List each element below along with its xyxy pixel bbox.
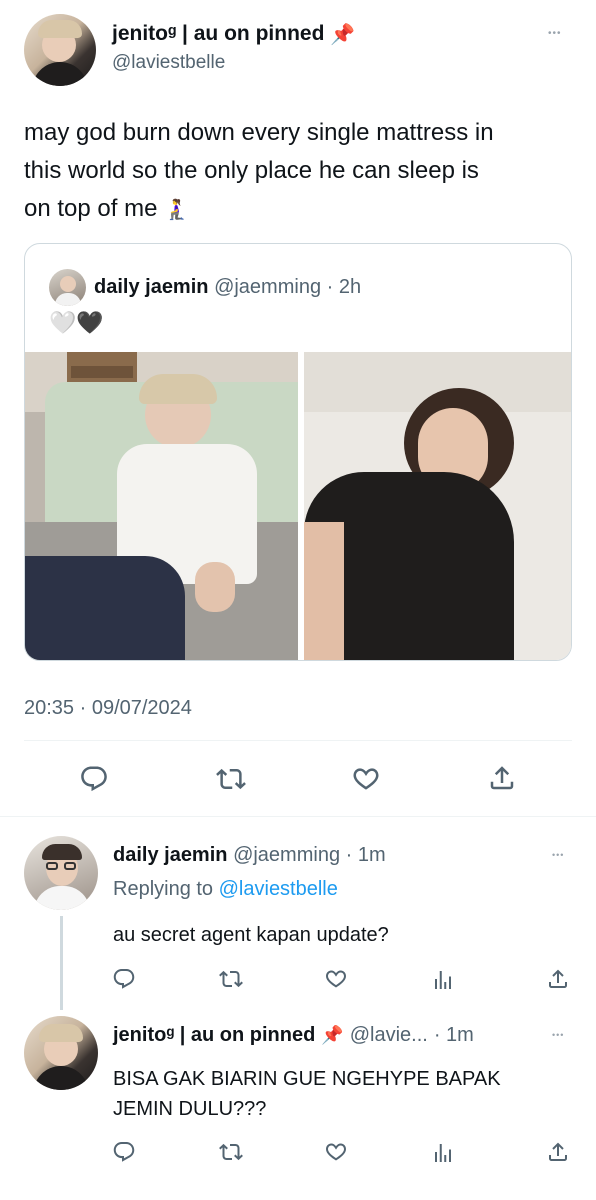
more-icon[interactable]: •••	[552, 850, 564, 860]
retweet-icon[interactable]	[219, 1140, 243, 1164]
share-icon[interactable]	[546, 967, 570, 991]
like-icon[interactable]	[324, 1140, 348, 1164]
avatar-jenito[interactable]	[24, 14, 96, 86]
quoted-photo-left[interactable]	[25, 352, 298, 660]
quoted-author-line: daily jaemin @jaemming · 2h	[94, 276, 361, 299]
quoted-handle: @jaemming	[214, 276, 322, 298]
reply2-text-line-1: BISA GAK BIARIN GUE NGEHYPE BAPAK	[113, 1068, 501, 1090]
tweet-text-line-2: this world so the only place he can slee…	[24, 157, 479, 184]
share-icon[interactable]	[546, 1140, 570, 1164]
reply2-text: BISA GAK BIARIN GUE NGEHYPE BAPAK JEMIN …	[113, 1064, 501, 1124]
quoted-text: 🤍🖤	[49, 310, 104, 335]
share-icon[interactable]	[487, 763, 517, 793]
views-icon[interactable]	[431, 1141, 455, 1165]
replying-to-link[interactable]: @laviestbelle	[219, 878, 338, 900]
reply2-display-name[interactable]: jenitoᶢ | au on pinned	[113, 1024, 315, 1047]
thread-line	[60, 916, 63, 1010]
views-icon[interactable]	[431, 968, 455, 992]
handle[interactable]: @laviestbelle	[112, 52, 225, 74]
retweet-icon[interactable]	[219, 967, 243, 991]
reply-display-name[interactable]: daily jaemin	[113, 844, 228, 866]
author-line: jenitoᶢ | au on pinned 📌	[112, 20, 355, 48]
reply-avatar-jaemin[interactable]	[24, 836, 98, 910]
more-icon[interactable]: •••	[552, 1030, 564, 1040]
reply-text: au secret agent kapan update?	[113, 924, 389, 946]
replying-to-line: Replying to @laviestbelle	[113, 878, 338, 901]
reply-icon[interactable]	[79, 764, 109, 794]
replying-to-prefix: Replying to	[113, 878, 214, 900]
tweet-timestamp[interactable]: 20:35 · 09/07/2024	[24, 697, 192, 720]
kneeling-emoji: 🧎‍♀️	[164, 199, 189, 221]
tweet-text-line-3: on top of me 🧎‍♀️	[24, 195, 189, 222]
reply-icon[interactable]	[112, 967, 136, 991]
more-icon[interactable]: •••	[548, 28, 562, 39]
reply-time[interactable]: · 1m	[346, 844, 386, 866]
quoted-tweet-card[interactable]: daily jaemin @jaemming · 2h 🤍🖤	[24, 243, 572, 661]
tweet-text: may god burn down every single mattress …	[24, 114, 572, 229]
reply2-time[interactable]: · 1m	[434, 1024, 474, 1047]
pin-emoji: 📌	[321, 1025, 344, 1045]
reply2-author-line: jenitoᶢ | au on pinned 📌 @lavie... · 1m	[113, 1024, 474, 1047]
reply-handle[interactable]: @jaemming	[233, 844, 340, 866]
retweet-icon[interactable]	[216, 764, 246, 794]
divider	[24, 740, 572, 741]
tweet-text-line-1: may god burn down every single mattress …	[24, 119, 494, 146]
quoted-photo-right[interactable]	[304, 352, 571, 660]
reply-icon[interactable]	[112, 1140, 136, 1164]
divider	[0, 816, 596, 817]
display-name[interactable]: jenitoᶢ | au on pinned	[112, 22, 324, 46]
reply2-text-line-2: JEMIN DULU???	[113, 1098, 267, 1120]
reply-author-line: daily jaemin @jaemming · 1m	[113, 844, 386, 867]
quoted-display-name: daily jaemin	[94, 276, 209, 298]
reply2-handle[interactable]: @lavie...	[350, 1024, 428, 1047]
like-icon[interactable]	[351, 764, 381, 794]
reply-avatar-jenito[interactable]	[24, 1016, 98, 1090]
quoted-time: · 2h	[326, 276, 362, 298]
quoted-avatar	[49, 269, 86, 306]
pin-emoji: 📌	[330, 23, 356, 46]
like-icon[interactable]	[324, 967, 348, 991]
